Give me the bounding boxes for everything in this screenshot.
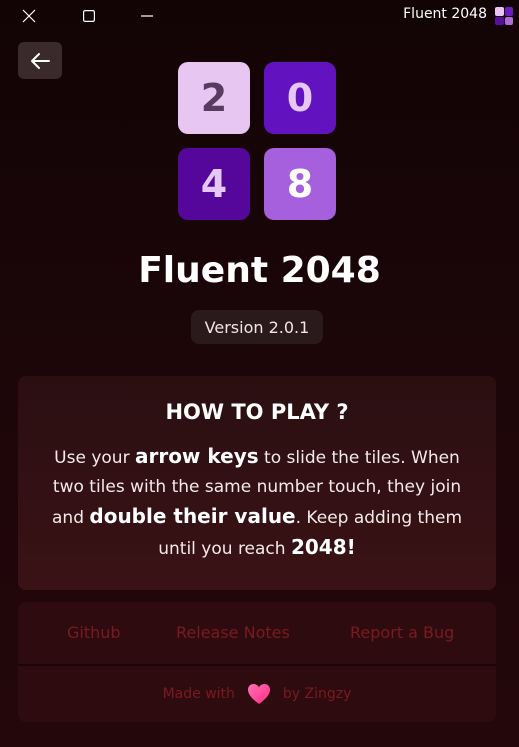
minimize-icon xyxy=(141,15,153,17)
how-to-play-title: HOW TO PLAY ? xyxy=(165,400,349,424)
logo-cell xyxy=(495,7,504,16)
author-text: by Zingzy xyxy=(282,686,352,702)
logo-tile-4: 4 xyxy=(178,148,250,220)
github-link[interactable]: Github xyxy=(67,623,121,642)
logo-tile-8: 8 xyxy=(264,148,336,220)
instruction-highlight: 2048! xyxy=(290,535,356,559)
logo-tile-2: 2 xyxy=(178,62,250,134)
release-notes-link[interactable]: Release Notes xyxy=(176,623,290,642)
window-title: Fluent 2048 xyxy=(403,6,487,22)
logo-cell xyxy=(495,16,504,25)
instruction-highlight: arrow keys xyxy=(134,444,259,468)
report-bug-link[interactable]: Report a Bug xyxy=(350,623,454,642)
version-badge: Version 2.0.1 xyxy=(191,310,323,344)
maximize-button[interactable] xyxy=(60,0,118,32)
app-window: Fluent 2048 2 0 4 8 Fluent 2048 Version … xyxy=(0,0,519,747)
title-bar: Fluent 2048 xyxy=(0,0,519,32)
logo-tile-0: 0 xyxy=(264,62,336,134)
footer: Made with by Zingzy xyxy=(18,666,496,722)
instruction-text: Use your xyxy=(54,448,135,468)
logo-cell xyxy=(504,16,513,25)
how-to-play-text: Use your arrow keys to slide the tiles. … xyxy=(38,442,476,564)
how-to-play-card: HOW TO PLAY ? Use your arrow keys to sli… xyxy=(18,376,496,590)
app-logo-icon xyxy=(495,7,513,25)
close-icon xyxy=(22,9,36,23)
heart-icon xyxy=(247,683,271,705)
maximize-icon xyxy=(83,10,95,22)
made-with-text: Made with xyxy=(162,686,235,702)
instruction-highlight: double their value xyxy=(89,504,296,528)
arrow-left-icon xyxy=(31,52,50,69)
links-row: Github Release Notes Report a Bug xyxy=(18,602,496,664)
close-button[interactable] xyxy=(0,0,58,32)
minimize-button[interactable] xyxy=(118,0,176,32)
links-card: Github Release Notes Report a Bug Made w… xyxy=(18,602,496,722)
back-button[interactable] xyxy=(18,42,62,79)
app-title: Fluent 2048 xyxy=(138,250,381,291)
logo-cell xyxy=(504,7,513,16)
